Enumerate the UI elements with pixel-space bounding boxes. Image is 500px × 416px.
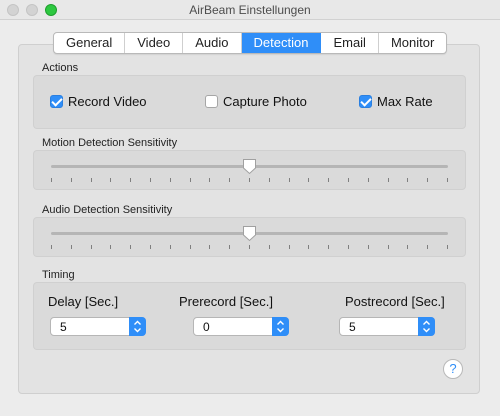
slider-tick [209,178,210,182]
audio-slider-knob[interactable] [242,225,257,242]
prerecord-stepper[interactable]: 0 [193,317,289,336]
up-down-chevron-icon [277,320,284,333]
slider-tick [328,245,329,249]
capture-photo-label: Capture Photo [223,94,307,109]
slider-tick [130,245,131,249]
checkbox-checked-icon[interactable] [359,95,372,108]
delay-value: 5 [60,320,67,334]
tab-video[interactable]: Video [125,33,184,53]
slider-tick [368,178,369,182]
tab-general[interactable]: General [54,33,126,53]
prerecord-value: 0 [203,320,210,334]
slider-tick [110,178,111,182]
slider-tick [150,178,151,182]
slider-tick [229,178,230,182]
slider-tick [348,245,349,249]
slider-tick [229,245,230,249]
motion-slider-ticks [51,178,448,182]
title-bar: AirBeam Einstellungen [0,0,500,20]
capture-photo-checkbox[interactable]: Capture Photo [205,94,307,109]
timing-heading: Timing [42,269,75,281]
slider-tick [388,245,389,249]
window-title: AirBeam Einstellungen [189,3,311,17]
slider-tick [407,178,408,182]
motion-slider-knob[interactable] [242,158,257,175]
slider-tick [249,178,250,182]
tab-email[interactable]: Email [321,33,379,53]
up-down-chevron-icon [423,320,430,333]
timing-group: Delay [Sec.] 5 Prerecord [Sec.] 0 Postre… [33,282,466,350]
slider-tick [447,245,448,249]
checkbox-checked-icon[interactable] [50,95,63,108]
audio-slider-ticks [51,245,448,249]
slider-tick [427,245,428,249]
prerecord-label: Prerecord [Sec.] [179,294,273,309]
slider-tick [71,178,72,182]
actions-group: Record Video Capture Photo Max Rate [33,75,466,129]
record-video-checkbox[interactable]: Record Video [50,94,147,109]
postrecord-label: Postrecord [Sec.] [345,294,445,309]
slider-tick [388,178,389,182]
preferences-window: AirBeam Einstellungen General Video Audi… [0,0,500,416]
tab-audio[interactable]: Audio [183,33,242,53]
motion-sensitivity-group [33,150,466,190]
max-rate-checkbox[interactable]: Max Rate [359,94,433,109]
slider-tick [269,178,270,182]
slider-tick [269,245,270,249]
audio-sensitivity-group [33,217,466,257]
postrecord-value: 5 [349,320,356,334]
help-button[interactable]: ? [443,359,463,379]
slider-tick [190,178,191,182]
slider-tick [368,245,369,249]
slider-tick [91,245,92,249]
slider-tick [348,178,349,182]
slider-tick [249,245,250,249]
slider-tick [289,178,290,182]
stepper-arrows-icon[interactable] [272,317,289,336]
checkbox-unchecked-icon[interactable] [205,95,218,108]
slider-tick [91,178,92,182]
slider-tick [407,245,408,249]
slider-tick [308,178,309,182]
slider-tick [289,245,290,249]
delay-stepper[interactable]: 5 [50,317,146,336]
slider-tick [427,178,428,182]
slider-tick [209,245,210,249]
slider-tick [110,245,111,249]
tab-detection[interactable]: Detection [241,33,322,53]
slider-tick [308,245,309,249]
delay-label: Delay [Sec.] [48,294,119,309]
slider-tick [170,178,171,182]
audio-sensitivity-heading: Audio Detection Sensitivity [42,204,173,216]
postrecord-stepper[interactable]: 5 [339,317,435,336]
actions-heading: Actions [42,62,79,74]
slider-tick [51,245,52,249]
stepper-arrows-icon[interactable] [418,317,435,336]
slider-tick [447,178,448,182]
stepper-arrows-icon[interactable] [129,317,146,336]
slider-tick [71,245,72,249]
record-video-label: Record Video [68,94,147,109]
up-down-chevron-icon [134,320,141,333]
slider-tick [51,178,52,182]
slider-tick [328,178,329,182]
tab-bar: General Video Audio Detection Email Moni… [53,32,448,54]
slider-tick [190,245,191,249]
tab-monitor[interactable]: Monitor [379,33,446,53]
slider-tick [130,178,131,182]
slider-tick [150,245,151,249]
slider-tick [170,245,171,249]
max-rate-label: Max Rate [377,94,433,109]
motion-sensitivity-heading: Motion Detection Sensitivity [42,137,178,149]
